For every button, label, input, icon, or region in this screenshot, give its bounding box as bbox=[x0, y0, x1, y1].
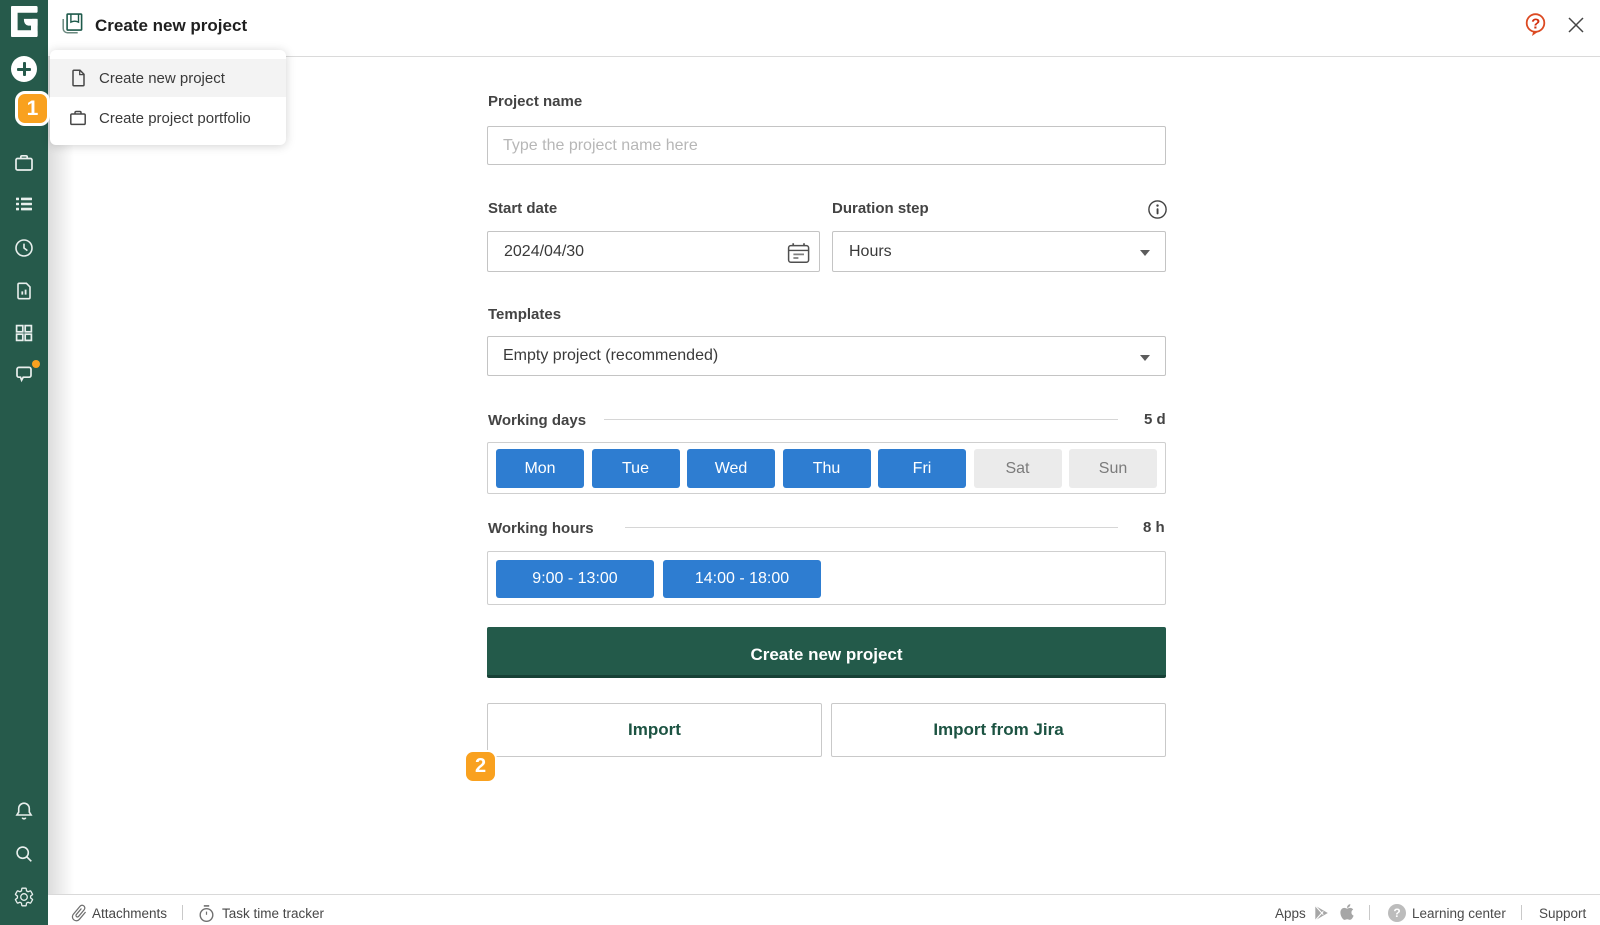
svg-text:?: ? bbox=[1531, 15, 1540, 32]
